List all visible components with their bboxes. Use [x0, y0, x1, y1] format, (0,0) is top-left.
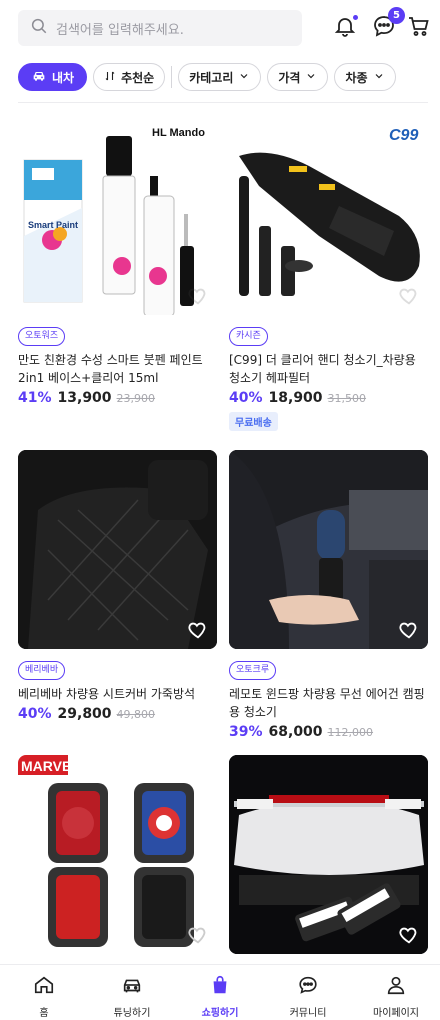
heart-icon[interactable] [398, 619, 420, 641]
nav-label: 튜닝하기 [113, 1008, 151, 1019]
search-icon [30, 17, 48, 39]
product-image[interactable] [229, 755, 428, 954]
nav-mypage[interactable]: 마이페이지 [352, 965, 440, 1020]
free-shipping-badge: 무료배송 [229, 412, 278, 431]
chat-badge: 5 [388, 7, 405, 24]
shopping-bag-icon [209, 974, 231, 1000]
filter-bar: 내차 추천순 카테고리 가격 차종 [18, 62, 402, 92]
sort-icon [104, 70, 121, 85]
seller-tag: 오토워즈 [18, 327, 66, 346]
cart-icon [407, 14, 431, 42]
chevron-down-icon [368, 70, 385, 85]
chevron-down-icon [233, 70, 250, 85]
svg-text:Smart Paint: Smart Paint [28, 220, 78, 230]
community-icon [297, 974, 319, 1000]
product-card[interactable]: 베리베바 베리베바 차량용 시트커버 가죽방석 40% 29,800 49,80… [18, 450, 217, 722]
nav-label: 쇼핑하기 [201, 1008, 239, 1019]
notification-dot [353, 15, 358, 20]
brand-logo-text: HL Mando [152, 127, 205, 139]
home-icon [33, 974, 55, 1000]
chat-button[interactable]: 5 [369, 7, 405, 43]
heart-icon[interactable] [187, 924, 209, 946]
search-input[interactable]: 검색어를 입력해주세요. [56, 19, 184, 38]
app-header: 검색어를 입력해주세요. 5 [0, 0, 440, 56]
header-divider [18, 102, 428, 103]
car-model-dropdown[interactable]: 차종 [334, 63, 396, 91]
product-card[interactable] [229, 755, 428, 954]
discount-rate: 41% [18, 390, 52, 406]
sale-price: 29,800 [57, 706, 112, 722]
product-image[interactable] [18, 450, 217, 649]
search-bar[interactable]: 검색어를 입력해주세요. [18, 10, 302, 46]
price-row: 40% 18,900 31,500 [229, 390, 428, 406]
product-title[interactable]: 만도 친환경 수성 스마트 붓펜 페인트 2in1 베이스+클리어 15ml [18, 351, 217, 387]
original-price: 49,800 [116, 708, 156, 721]
product-card[interactable]: C99 카시즌 [C99] 더 클리어 핸디 청소기_차량용 청소기 헤파필터 … [229, 116, 428, 431]
chevron-down-icon [300, 70, 317, 85]
nav-shopping[interactable]: 쇼핑하기 [176, 965, 264, 1020]
car-icon [31, 68, 52, 87]
category-dropdown[interactable]: 카테고리 [178, 63, 262, 91]
seller-tag: 카시즌 [229, 327, 268, 346]
sale-price: 18,900 [268, 390, 323, 406]
product-card[interactable]: HL Mando Smart Paint 오토워즈 만도 친환경 수성 스마트 … [18, 116, 217, 406]
discount-rate: 39% [229, 724, 263, 740]
price-row: 41% 13,900 23,900 [18, 390, 217, 406]
sort-label: 추천순 [121, 70, 155, 85]
nav-home[interactable]: 홈 [0, 965, 88, 1020]
brand-logo-text: MARVEL [21, 758, 80, 774]
heart-icon[interactable] [398, 924, 420, 946]
heart-icon[interactable] [187, 285, 209, 307]
price-label: 가격 [278, 70, 301, 85]
product-card[interactable]: 오토크루 레모토 윈드팡 차량용 무선 에어건 캠핑용 청소기 39% 68,0… [229, 450, 428, 740]
heart-icon[interactable] [187, 619, 209, 641]
product-title[interactable]: 레모토 윈드팡 차량용 무선 에어건 캠핑용 청소기 [229, 685, 428, 721]
original-price: 23,900 [116, 392, 156, 405]
product-card[interactable]: MARVEL [18, 755, 217, 954]
product-image[interactable]: C99 [229, 116, 428, 315]
seller-tag: 오토크루 [229, 661, 277, 680]
sort-button[interactable]: 추천순 [93, 63, 166, 91]
cart-button[interactable] [404, 13, 434, 43]
nav-label: 커뮤니티 [289, 1008, 327, 1019]
seller-tag: 베리베바 [18, 661, 66, 680]
product-image[interactable] [229, 450, 428, 649]
bottom-nav: 홈 튜닝하기 쇼핑하기 커뮤니티 마이페이지 [0, 964, 440, 1020]
product-title[interactable]: [C99] 더 클리어 핸디 청소기_차량용 청소기 헤파필터 [229, 351, 428, 387]
price-row: 39% 68,000 112,000 [229, 724, 428, 740]
car-icon [121, 974, 143, 1000]
notification-button[interactable] [330, 13, 360, 43]
nav-label: 홈 [39, 1008, 49, 1019]
product-image[interactable]: HL Mando Smart Paint [18, 116, 217, 315]
brand-logo-text: C99 [389, 127, 418, 144]
heart-icon[interactable] [398, 285, 420, 307]
discount-rate: 40% [18, 706, 52, 722]
category-label: 카테고리 [189, 70, 234, 85]
original-price: 31,500 [327, 392, 367, 405]
sale-price: 68,000 [268, 724, 323, 740]
nav-community[interactable]: 커뮤니티 [264, 965, 352, 1020]
my-car-filter[interactable]: 내차 [18, 63, 88, 91]
my-car-label: 내차 [52, 70, 75, 85]
product-image[interactable]: MARVEL [18, 755, 217, 954]
user-icon [385, 974, 407, 1000]
nav-label: 마이페이지 [373, 1008, 419, 1019]
price-dropdown[interactable]: 가격 [267, 63, 329, 91]
original-price: 112,000 [327, 726, 374, 739]
discount-rate: 40% [229, 390, 263, 406]
sale-price: 13,900 [57, 390, 112, 406]
price-row: 40% 29,800 49,800 [18, 706, 217, 722]
product-title[interactable]: 베리베바 차량용 시트커버 가죽방석 [18, 685, 217, 703]
nav-tuning[interactable]: 튜닝하기 [88, 965, 176, 1020]
filter-divider [171, 66, 173, 88]
car-model-label: 차종 [345, 70, 368, 85]
